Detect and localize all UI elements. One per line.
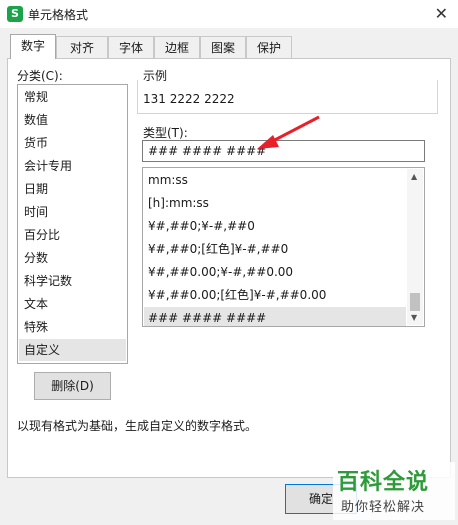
delete-button[interactable]: 删除(D)	[34, 372, 111, 400]
format-list-scrollbar[interactable]: ▲ ▼	[407, 169, 423, 325]
category-item-number[interactable]: 数值	[19, 109, 126, 131]
scroll-down-arrow-icon[interactable]: ▼	[411, 313, 417, 322]
type-input[interactable]: ### #### ####	[142, 140, 425, 162]
watermark-title: 百科全说	[337, 470, 430, 495]
dialog-title: 单元格格式	[28, 8, 89, 22]
category-list[interactable]: 常规 数值 货币 会计专用 日期 时间 百分比 分数 科学记数 文本 特殊 自定…	[17, 84, 128, 364]
category-item-currency[interactable]: 货币	[19, 132, 126, 154]
tab-alignment[interactable]: 对齐	[56, 36, 108, 58]
close-icon[interactable]: ✕	[435, 4, 448, 23]
format-item[interactable]: [h]:mm:ss	[144, 192, 406, 215]
category-item-fraction[interactable]: 分数	[19, 247, 126, 269]
tab-border[interactable]: 边框	[154, 36, 200, 58]
category-item-general[interactable]: 常规	[19, 86, 126, 108]
category-item-percentage[interactable]: 百分比	[19, 224, 126, 246]
type-label: 类型(T):	[143, 126, 188, 140]
format-item[interactable]: ¥#,##0;¥-#,##0	[144, 215, 406, 238]
category-item-special[interactable]: 特殊	[19, 316, 126, 338]
preview-value: 131 2222 2222	[143, 92, 235, 106]
scroll-up-arrow-icon[interactable]: ▲	[411, 172, 417, 181]
tab-pattern[interactable]: 图案	[200, 36, 246, 58]
title-bar: S 单元格格式 ✕	[0, 0, 458, 28]
format-item[interactable]: ¥#,##0.00;¥-#,##0.00	[144, 261, 406, 284]
watermark: 百科全说 助你轻松解决	[333, 462, 455, 520]
category-item-scientific[interactable]: 科学记数	[19, 270, 126, 292]
format-item-selected[interactable]: ### #### ####	[144, 307, 406, 326]
category-item-date[interactable]: 日期	[19, 178, 126, 200]
format-item[interactable]: mm:ss	[144, 169, 406, 192]
description-text: 以现有格式为基础，生成自定义的数字格式。	[17, 419, 258, 433]
format-list[interactable]: mm:ss [h]:mm:ss ¥#,##0;¥-#,##0 ¥#,##0;[红…	[142, 167, 425, 327]
format-item[interactable]: ¥#,##0;[红色]¥-#,##0	[144, 238, 406, 261]
format-cells-dialog: S 单元格格式 ✕ 数字 对齐 字体 边框 图案 保护 分类(C): 常规 数值…	[0, 0, 458, 525]
tab-number[interactable]: 数字	[10, 34, 56, 59]
tab-font[interactable]: 字体	[108, 36, 154, 58]
tab-protection[interactable]: 保护	[246, 36, 292, 58]
watermark-subtitle: 助你轻松解决	[341, 500, 426, 515]
category-item-accounting[interactable]: 会计专用	[19, 155, 126, 177]
category-item-text[interactable]: 文本	[19, 293, 126, 315]
app-icon: S	[7, 6, 23, 22]
category-item-custom[interactable]: 自定义	[19, 339, 126, 361]
category-label: 分类(C):	[17, 69, 63, 83]
format-item[interactable]: ¥#,##0.00;[红色]¥-#,##0.00	[144, 284, 406, 307]
scroll-thumb[interactable]	[410, 293, 420, 311]
category-item-time[interactable]: 时间	[19, 201, 126, 223]
